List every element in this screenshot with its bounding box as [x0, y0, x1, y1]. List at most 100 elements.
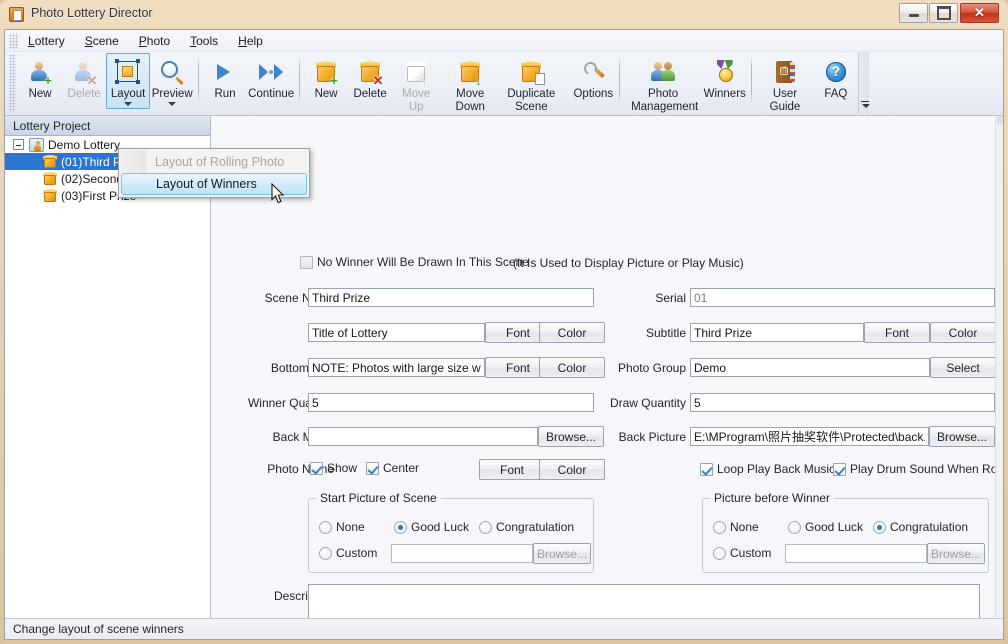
- start-picture-radio-good-luck[interactable]: Good Luck: [394, 520, 469, 534]
- toolbar-options-button[interactable]: Options: [571, 53, 615, 104]
- picture-before-winner-browse-button[interactable]: Browse...: [927, 543, 985, 564]
- toolbar-preview-button[interactable]: Preview: [150, 53, 194, 109]
- status-bar: Change layout of scene winners: [5, 618, 1003, 639]
- photo-name-color-button[interactable]: Color: [539, 459, 605, 480]
- checkbox-label: Show: [327, 461, 358, 475]
- subtitle-font-button[interactable]: Font: [864, 322, 930, 343]
- title-bar[interactable]: Photo Lottery Director ✕: [0, 0, 1008, 29]
- loop-play-back-music-checkbox[interactable]: Loop Play Back Music: [700, 462, 835, 476]
- toolbar-overflow-button[interactable]: [857, 52, 871, 114]
- window-client-area: Lottery Scene Photo Tools Help + New ✕ D…: [4, 29, 1004, 640]
- toolbar-photo-management-button[interactable]: Photo Management: [624, 53, 702, 117]
- subtitle-color-button[interactable]: Color: [930, 322, 996, 343]
- radio-dot: [713, 520, 726, 534]
- delete-scene-icon: ✕: [356, 58, 384, 87]
- start-picture-radio-none[interactable]: None: [319, 520, 365, 534]
- menu-item-photo[interactable]: Photo: [129, 31, 180, 51]
- new-scene-icon: +: [312, 58, 340, 87]
- menu-item-scene[interactable]: Scene: [75, 31, 129, 51]
- toolbar-new-lottery-button[interactable]: + New: [18, 53, 62, 104]
- bottom-text-input[interactable]: [308, 358, 485, 377]
- picture-before-winner-radio-none[interactable]: None: [713, 520, 759, 534]
- photo-name-show-checkbox[interactable]: Show: [310, 461, 357, 475]
- toolbar-grip-handle[interactable]: [9, 54, 17, 112]
- toolbar-continue-button[interactable]: Continue: [247, 53, 295, 104]
- play-drum-sound-checkbox[interactable]: Play Drum Sound When Rolling P: [833, 462, 1003, 476]
- toolbar-run-button[interactable]: Run: [203, 53, 247, 104]
- chevron-down-icon[interactable]: [168, 102, 177, 106]
- winner-quantity-input[interactable]: [308, 393, 594, 412]
- toolbar-new-scene-button[interactable]: + New: [304, 53, 348, 104]
- draw-quantity-input[interactable]: [690, 393, 995, 412]
- play-icon: [211, 58, 239, 86]
- maximize-button[interactable]: [929, 3, 958, 23]
- toolbar-separator: [299, 56, 301, 104]
- back-picture-input[interactable]: [690, 427, 929, 446]
- serial-label: Serial: [655, 291, 686, 305]
- toolbar-empty-space: [869, 52, 1003, 114]
- minimize-button[interactable]: [899, 3, 928, 23]
- start-picture-browse-button[interactable]: Browse...: [533, 543, 591, 564]
- collapse-icon[interactable]: [13, 139, 24, 150]
- toolbar-button-label: Delete: [67, 88, 101, 100]
- toolbar-button-label: Delete: [353, 88, 387, 100]
- toolbar-faq-button[interactable]: ? FAQ: [814, 53, 858, 104]
- menu-item-lottery[interactable]: Lottery: [18, 31, 75, 51]
- checkbox-label: Play Drum Sound When Rolling P: [850, 462, 1003, 476]
- draw-quantity-label: Draw Quantity: [609, 396, 686, 410]
- start-picture-custom-input[interactable]: [391, 544, 533, 563]
- radio-dot: [394, 520, 407, 534]
- start-picture-radio-congratulation[interactable]: Congratulation: [479, 520, 574, 534]
- chevron-down-icon[interactable]: [124, 102, 133, 106]
- checkbox-box: [833, 462, 846, 476]
- photo-name-font-button[interactable]: Font: [479, 459, 545, 480]
- subtitle-label: Subtitle: [645, 326, 686, 340]
- start-picture-radio-custom[interactable]: Custom: [319, 546, 377, 560]
- toolbar-user-guide-button[interactable]: @ User Guide: [756, 53, 814, 117]
- picture-before-winner-groupbox: Picture before Winner None Good Luck Con…: [702, 491, 989, 573]
- picture-before-winner-radio-good-luck[interactable]: Good Luck: [788, 520, 863, 534]
- menu-bar: Lottery Scene Photo Tools Help: [5, 30, 1003, 52]
- picture-before-winner-radio-congratulation[interactable]: Congratulation: [873, 520, 968, 534]
- menu-item-help[interactable]: Help: [228, 31, 273, 51]
- toolbar-button-label: Preview: [151, 88, 193, 100]
- toolbar-button-label: Run: [214, 88, 236, 100]
- menu-item-tools[interactable]: Tools: [180, 31, 228, 51]
- content-vertical-scrollbar[interactable]: [995, 116, 1003, 617]
- lottery-root-icon: [29, 137, 44, 152]
- radio-label: Good Luck: [411, 520, 470, 534]
- toolbar-separator: [619, 56, 621, 104]
- close-button[interactable]: ✕: [960, 3, 999, 23]
- radio-dot: [788, 520, 801, 534]
- radio-label: Good Luck: [805, 520, 864, 534]
- toolbar-delete-lottery-button: ✕ Delete: [62, 53, 106, 104]
- scene-name-input[interactable]: [308, 288, 594, 307]
- toolbar-winners-button[interactable]: Winners: [702, 53, 747, 104]
- picture-before-winner-custom-input[interactable]: [785, 544, 927, 563]
- serial-input[interactable]: [690, 288, 995, 307]
- toolbar-delete-scene-button[interactable]: ✕ Delete: [348, 53, 392, 104]
- no-winner-checkbox[interactable]: No Winner Will Be Drawn In This Scene: [300, 255, 529, 269]
- title-input[interactable]: [308, 323, 485, 342]
- photo-group-select-button[interactable]: Select: [930, 357, 996, 378]
- menu-grip-handle[interactable]: [9, 32, 18, 49]
- radio-dot: [319, 546, 332, 560]
- checkbox-label: Loop Play Back Music: [717, 462, 836, 476]
- book-icon: @: [771, 58, 799, 86]
- scrollbar-thumb[interactable]: [997, 116, 1003, 125]
- menu-item-layout-of-winners[interactable]: Layout of Winners: [121, 173, 307, 195]
- faq-icon: ?: [822, 58, 850, 86]
- subtitle-input[interactable]: [690, 323, 864, 342]
- scene-settings-pane: No Winner Will Be Drawn In This Scene (I…: [211, 116, 1003, 639]
- picture-before-winner-radio-custom[interactable]: Custom: [713, 546, 771, 560]
- back-picture-browse-button[interactable]: Browse...: [929, 426, 995, 447]
- toolbar-layout-button[interactable]: Layout: [106, 53, 151, 109]
- move-down-icon: ↓: [456, 58, 484, 87]
- toolbar-duplicate-scene-button[interactable]: Duplicate Scene: [500, 53, 562, 117]
- photo-name-center-checkbox[interactable]: Center: [366, 461, 419, 475]
- back-music-input[interactable]: [308, 427, 538, 446]
- status-text: Change layout of scene winners: [13, 622, 184, 636]
- toolbar-move-down-button[interactable]: ↓ Move Down: [440, 53, 500, 117]
- move-up-icon: ↑: [402, 58, 430, 87]
- photo-group-input[interactable]: [690, 358, 930, 377]
